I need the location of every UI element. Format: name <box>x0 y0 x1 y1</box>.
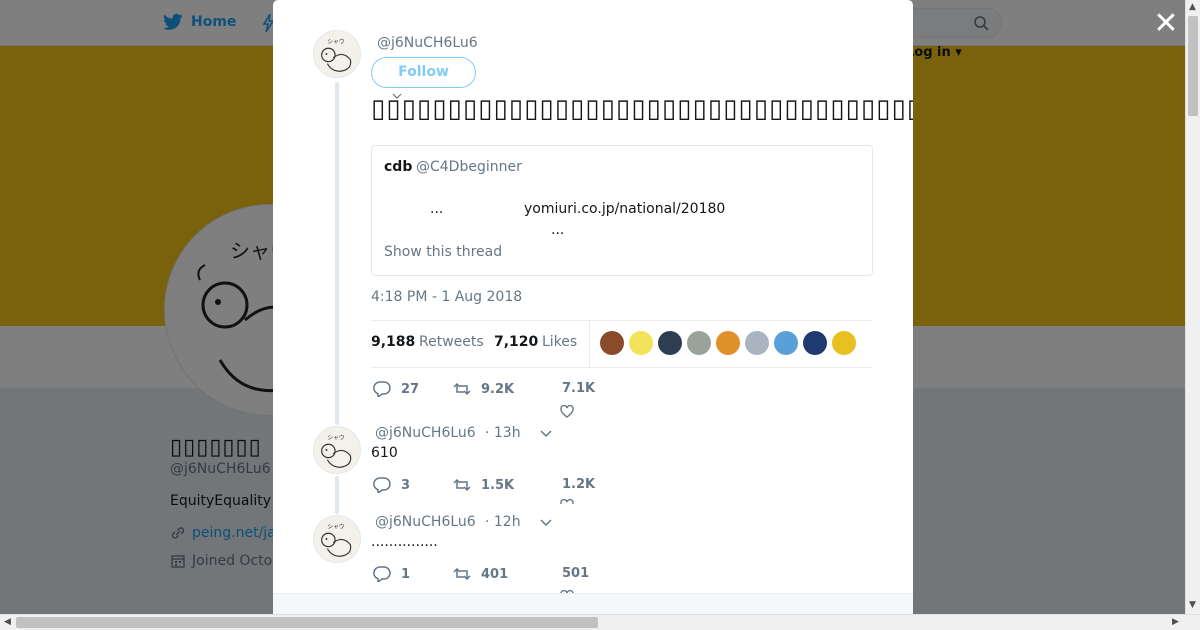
reply-author-handle[interactable]: @j6NuCH6Lu6 <box>375 514 476 530</box>
like-count: 7.1K <box>562 381 596 396</box>
chevron-down-icon[interactable] <box>540 519 552 527</box>
quoted-text: ... <box>430 201 444 217</box>
reply-author-avatar[interactable]: シャウ <box>313 515 361 563</box>
like-button[interactable]: 501 <box>562 566 589 581</box>
reply-count: 3 <box>401 477 411 493</box>
like-count: 1.2K <box>562 477 596 492</box>
reply-timestamp[interactable]: · 12h <box>485 514 521 530</box>
scrollbar-thumb[interactable] <box>16 617 598 628</box>
liker-avatar[interactable] <box>774 331 798 355</box>
heart-icon[interactable] <box>560 405 574 418</box>
tweet-author-handle[interactable]: @j6NuCH6Lu6 <box>377 35 478 51</box>
like-button[interactable]: 1.2K <box>562 477 595 492</box>
tweet-timestamp[interactable]: 4:18 PM - 1 Aug 2018 <box>371 289 522 305</box>
liker-avatars <box>600 331 856 355</box>
like-count: 501 <box>562 566 590 581</box>
chevron-down-icon[interactable] <box>540 430 552 438</box>
quoted-text: ... <box>551 222 565 238</box>
thread-line <box>335 476 339 514</box>
retweet-count: 1.5K <box>481 477 515 493</box>
liker-avatar[interactable] <box>716 331 740 355</box>
liker-avatar[interactable] <box>745 331 769 355</box>
reply-button[interactable]: 1 <box>373 566 410 582</box>
scroll-down-arrow[interactable]: ▼ <box>1189 600 1196 610</box>
quoted-author-name: cdb <box>384 159 413 175</box>
scroll-right-arrow[interactable]: ▶ <box>1172 617 1179 627</box>
horizontal-scrollbar[interactable]: ◀ ▶ <box>0 614 1200 630</box>
reply-button[interactable]: 3 <box>373 477 410 493</box>
close-icon[interactable]: ✕ <box>1152 9 1180 39</box>
retweet-icon <box>453 567 471 581</box>
svg-text:シャウ: シャウ <box>327 433 344 441</box>
reply-text: ............... <box>371 534 438 550</box>
liker-avatar[interactable] <box>629 331 653 355</box>
tweet-stats: 9,188 Retweets 7,120 Likes <box>371 320 873 368</box>
reply-button[interactable]: 27 <box>373 381 419 397</box>
retweet-count: 9.2K <box>481 381 515 397</box>
svg-text:シャウ: シャウ <box>327 522 344 530</box>
reply-icon <box>373 477 391 493</box>
heart-icon[interactable] <box>560 499 574 504</box>
like-button[interactable]: 7.1K <box>562 381 595 396</box>
reply-text: 610 <box>371 445 398 461</box>
reply-icon <box>373 381 391 397</box>
liker-avatar[interactable] <box>600 331 624 355</box>
svg-text:シャウ: シャウ <box>327 37 344 45</box>
tweet-author-avatar[interactable]: シャウ <box>313 30 361 78</box>
scrollbar-thumb[interactable] <box>1188 16 1198 116</box>
reply-count: 1 <box>401 566 411 582</box>
reply-icon <box>373 566 391 582</box>
retweet-icon <box>453 382 471 396</box>
liker-avatar[interactable] <box>832 331 856 355</box>
reply-timestamp[interactable]: · 13h <box>485 425 521 441</box>
liker-avatar[interactable] <box>803 331 827 355</box>
follow-button[interactable]: Follow <box>371 57 476 88</box>
liker-avatar[interactable] <box>658 331 682 355</box>
retweet-count: 401 <box>481 566 509 582</box>
retweet-button[interactable]: 9.2K <box>453 381 514 397</box>
retweet-button[interactable]: 1.5K <box>453 477 514 493</box>
quoted-author-handle: @C4Dbeginner <box>416 159 522 175</box>
divider <box>589 321 590 367</box>
vertical-scrollbar[interactable]: ▲ ▼ <box>1185 0 1200 614</box>
show-thread-link[interactable]: Show this thread <box>384 244 502 260</box>
like-count[interactable]: 7,120 <box>494 334 538 350</box>
retweet-label[interactable]: Retweets <box>419 334 484 350</box>
reply-author-handle[interactable]: @j6NuCH6Lu6 <box>375 425 476 441</box>
reply-composer[interactable] <box>273 593 913 614</box>
reply-author-avatar[interactable]: シャウ <box>313 426 361 474</box>
scroll-left-arrow[interactable]: ◀ <box>4 617 11 627</box>
retweet-icon <box>453 478 471 492</box>
quoted-tweet[interactable]: cdb @C4Dbeginner ... yomiuri.co.jp/natio… <box>371 145 873 276</box>
thread-line <box>335 82 339 425</box>
retweet-count[interactable]: 9,188 <box>371 334 415 350</box>
retweet-button[interactable]: 401 <box>453 566 508 582</box>
quoted-link: yomiuri.co.jp/national/20180 <box>524 201 726 217</box>
tweet-text: ▯▯▯▯▯▯▯▯▯▯▯▯▯▯▯▯▯▯▯▯▯▯▯▯▯▯▯▯▯▯▯▯▯▯▯▯▯▯▯▯… <box>371 94 913 124</box>
liker-avatar[interactable] <box>687 331 711 355</box>
like-label[interactable]: Likes <box>542 334 577 350</box>
scroll-up-arrow[interactable]: ▲ <box>1189 2 1196 12</box>
reply-count: 27 <box>401 381 420 397</box>
tweet-modal: シャウ @j6NuCH6Lu6 Follow ▯▯▯▯▯▯▯▯▯▯▯▯▯▯▯▯▯… <box>273 0 913 614</box>
